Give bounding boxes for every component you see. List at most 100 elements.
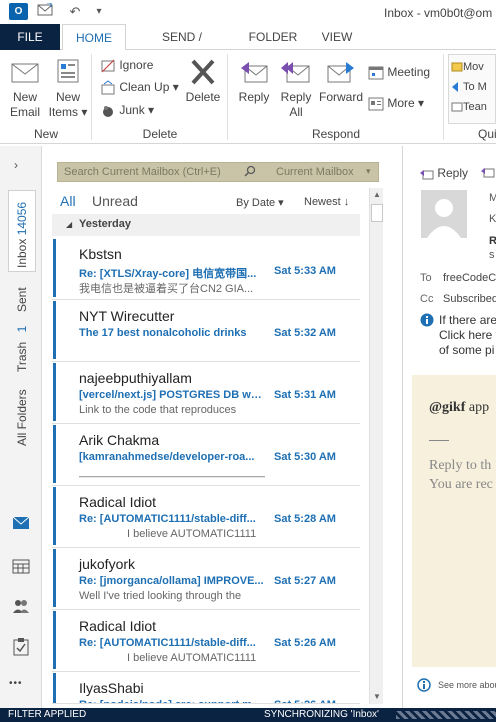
- message-row[interactable]: jukofyork Re: [jmorganca/ollama] IMPROVE.…: [52, 548, 360, 610]
- forward-button[interactable]: Forward: [318, 58, 364, 105]
- send-receive-icon[interactable]: [36, 2, 54, 20]
- junk-button[interactable]: Junk ▾: [100, 102, 154, 119]
- meeting-label: Meeting: [387, 65, 431, 79]
- search-input[interactable]: Search Current Mailbox (Ctrl+E) Current …: [57, 162, 379, 182]
- message-preview: 我电信也是被逼着买了台CN2 GIA...: [79, 283, 254, 295]
- message-subject: The 17 best nonalcoholic drinks: [79, 327, 247, 339]
- message-row[interactable]: Kbstsn Re: [XTLS/Xray-core] 电信宽带国... Sat 5…: [52, 238, 360, 300]
- new-email-label-1: New: [12, 90, 37, 104]
- collapse-group-icon[interactable]: ◢: [66, 220, 72, 229]
- see-more-link[interactable]: See more abou: [438, 680, 496, 690]
- message-preview: Well I've tried looking through the: [79, 590, 242, 602]
- to-manager-icon: [452, 82, 458, 93]
- message-sender: Radical Idiot: [79, 494, 157, 510]
- info-icon: [420, 313, 434, 330]
- unread-indicator: [53, 549, 56, 607]
- meeting-button[interactable]: Meeting: [368, 64, 430, 81]
- tab-home[interactable]: HOME: [62, 24, 126, 51]
- scroll-down-icon[interactable]: ▼: [371, 690, 383, 704]
- delete-button[interactable]: Delete: [183, 58, 223, 105]
- reply-button[interactable]: Reply: [234, 58, 274, 105]
- search-icon[interactable]: [244, 165, 256, 180]
- body-mention[interactable]: @gikf: [429, 400, 465, 415]
- header-letter-1: M: [489, 192, 496, 204]
- message-row[interactable]: NYT Wirecutter The 17 best nonalcoholic d…: [52, 300, 360, 362]
- body-mention-line: @gikf app: [429, 400, 489, 416]
- customize-toolbar-icon[interactable]: ▾: [90, 3, 108, 20]
- sync-progress-bar: [396, 711, 496, 719]
- new-items-button[interactable]: New Items ▾: [48, 58, 88, 120]
- more-respond-button[interactable]: More ▾: [368, 95, 424, 112]
- quick-steps-gallery[interactable]: Mov To M Tean: [448, 54, 496, 124]
- quick-step-move[interactable]: Mov: [451, 59, 484, 75]
- reply-all-label-1: Reply: [280, 90, 312, 104]
- new-email-icon: [11, 63, 39, 83]
- nav-inbox-count: 14056: [15, 201, 29, 236]
- window-title: Inbox - vm0b0t@om: [384, 6, 493, 20]
- new-email-button[interactable]: New Email: [6, 58, 44, 120]
- tab-file[interactable]: FILE: [0, 24, 60, 50]
- quick-step-team[interactable]: Tean: [451, 99, 487, 115]
- status-sync: SYNCHRONIZING 'Inbox': [264, 709, 379, 720]
- tab-folder[interactable]: FOLDER: [244, 24, 302, 50]
- scroll-thumb[interactable]: [371, 204, 383, 222]
- message-sender: NYT Wirecutter: [79, 308, 175, 324]
- message-time: Sat 5:26 AM: [274, 637, 336, 649]
- message-list-scrollbar[interactable]: ▲ ▼: [369, 188, 383, 704]
- more-nav-icon[interactable]: •••: [9, 678, 23, 689]
- tab-view[interactable]: VIEW: [314, 24, 360, 50]
- message-row[interactable]: IlyasShabi Re: [nodejs/node] src: support…: [52, 672, 360, 704]
- message-row[interactable]: najeebputhiyallam [vercel/next.js] POSTGR…: [52, 362, 360, 424]
- ignore-label: Ignore: [119, 58, 154, 72]
- new-items-label-2: Items ▾: [48, 105, 88, 119]
- ignore-button[interactable]: Ignore: [100, 57, 153, 74]
- unread-indicator: [53, 363, 56, 421]
- unread-indicator: [53, 611, 56, 669]
- calendar-icon[interactable]: [12, 558, 30, 577]
- undo-icon[interactable]: ↶: [66, 3, 84, 20]
- quick-step-to-manager[interactable]: To M: [451, 79, 487, 95]
- header-letter-4: s: [489, 249, 495, 261]
- new-items-icon: [57, 59, 79, 83]
- nav-all-folders[interactable]: All Folders: [15, 389, 29, 446]
- group-header-yesterday[interactable]: ◢ Yesterday: [52, 214, 360, 236]
- reading-reply-all-icon[interactable]: [481, 166, 495, 181]
- nav-trash[interactable]: Trash 1: [15, 326, 29, 372]
- message-row[interactable]: Arik Chakma [kamranahmedse/developer-roa.…: [52, 424, 360, 486]
- filter-unread[interactable]: Unread: [92, 193, 138, 209]
- message-sender: jukofyork: [79, 556, 136, 572]
- reply-all-button[interactable]: Reply All: [277, 58, 315, 120]
- message-row[interactable]: Radical Idiot Re: [AUTOMATIC1111/stable-d…: [52, 610, 360, 672]
- info-line-3: of some pi: [439, 343, 495, 357]
- sort-by-date[interactable]: By Date ▾: [236, 196, 284, 209]
- mail-icon[interactable]: [12, 516, 30, 533]
- filter-all[interactable]: All: [60, 193, 76, 209]
- search-scope-dropdown[interactable]: Current Mailbox: [276, 166, 354, 178]
- sort-order[interactable]: Newest ↓: [304, 196, 349, 208]
- message-row[interactable]: Radical Idiot Re: [AUTOMATIC1111/stable-d…: [52, 486, 360, 548]
- tasks-icon[interactable]: [12, 638, 30, 659]
- message-subject: Re: [nodejs/node] src: support m...: [79, 699, 265, 703]
- search-scope-chevron-icon[interactable]: ▾: [366, 166, 371, 177]
- quick-step-move-label: Mov: [463, 61, 484, 73]
- reply-label: Reply: [238, 90, 270, 104]
- scroll-up-icon[interactable]: ▲: [371, 188, 383, 202]
- nav-sent[interactable]: Sent: [15, 287, 29, 312]
- reply-all-label-2: All: [289, 105, 303, 119]
- to-label: To: [420, 272, 432, 284]
- group-header-label: Yesterday: [79, 218, 131, 230]
- body-footer-line-2: You are rec: [429, 477, 493, 492]
- reading-reply-button[interactable]: Reply: [420, 166, 468, 180]
- sender-avatar: [421, 190, 467, 238]
- message-subject: Re: [AUTOMATIC1111/stable-diff...: [79, 637, 256, 649]
- people-pane-info-icon: [417, 678, 431, 695]
- message-time: Sat 5:32 AM: [274, 327, 336, 339]
- clean-up-button[interactable]: Clean Up ▾: [100, 79, 179, 96]
- unread-indicator: [53, 673, 56, 703]
- info-bar[interactable]: If there are Click here t of some pi: [439, 313, 496, 358]
- expand-folder-pane-icon[interactable]: ›: [14, 158, 18, 172]
- tab-send-receive[interactable]: SEND / RECEIVE: [134, 24, 230, 70]
- message-sender: Kbstsn: [79, 246, 122, 262]
- people-icon[interactable]: [12, 598, 30, 617]
- junk-icon: [103, 105, 113, 117]
